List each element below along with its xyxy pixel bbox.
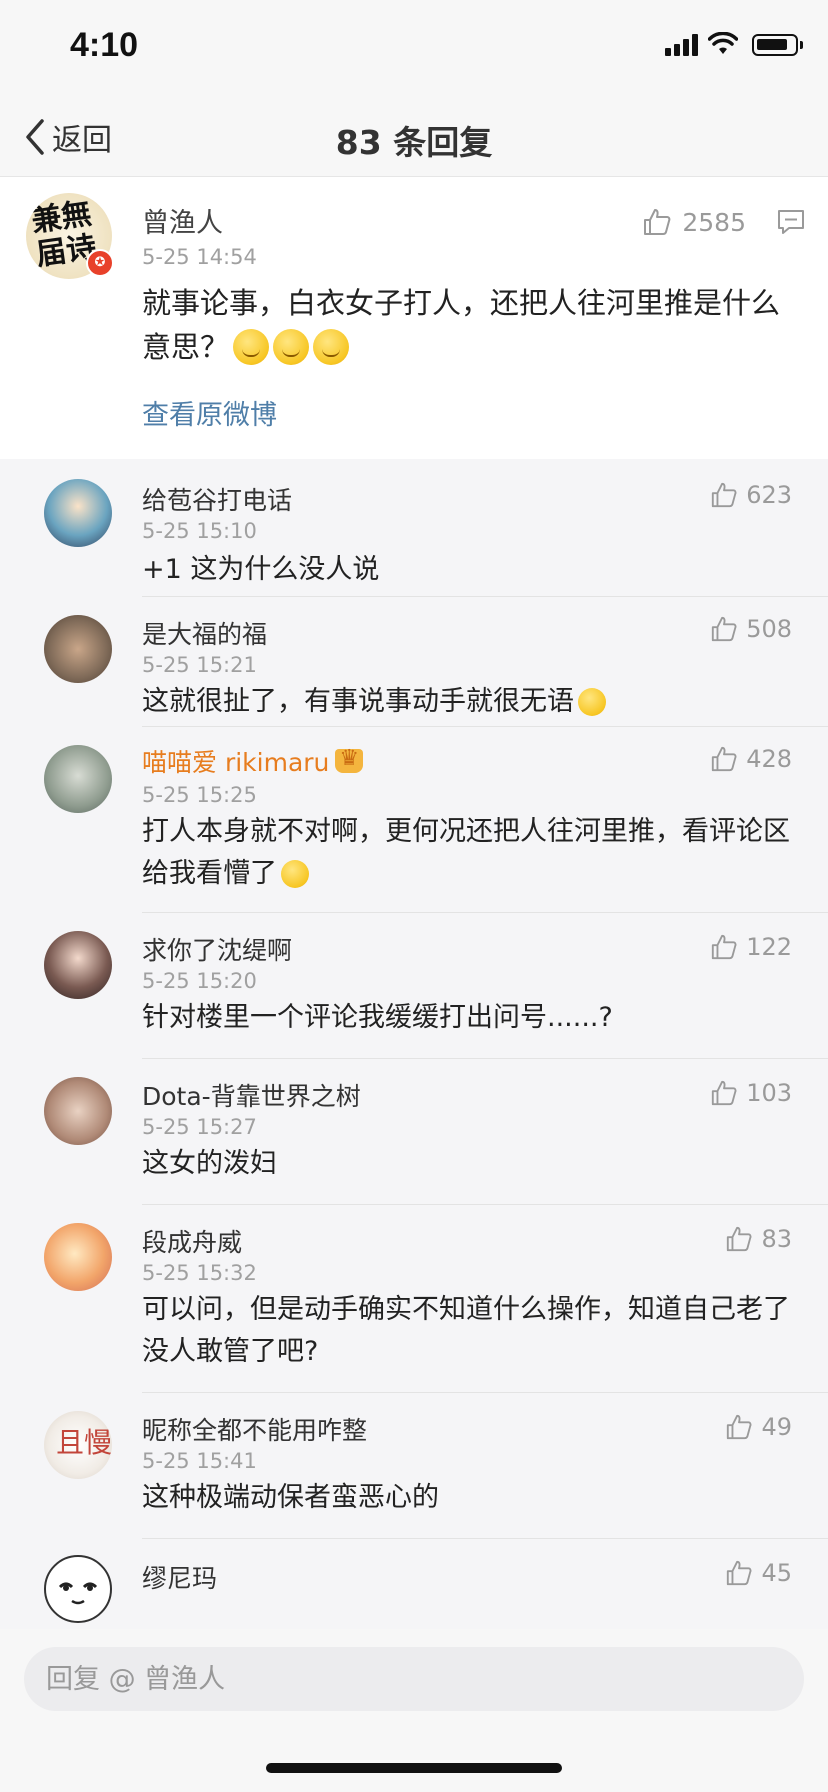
- comment-author[interactable]: 曾渔人: [142, 201, 223, 240]
- page-title: 83 条回复: [335, 123, 493, 162]
- thumbs-up-icon: [712, 616, 737, 642]
- grinning-emoji-icon: [233, 329, 270, 365]
- reply-text-body: 打人本身就不对啊，更何况还把人往河里推，看评论区给我看懵了: [142, 816, 790, 889]
- avatar[interactable]: [44, 931, 112, 999]
- reply-author-name: 喵喵爱 rikimaru: [142, 748, 330, 777]
- reply-author[interactable]: 给苞谷打电话: [142, 481, 292, 517]
- smirk-emoji-icon: [281, 860, 309, 888]
- reply-time: 5-25 15:21: [142, 653, 257, 677]
- home-indicator[interactable]: [266, 1763, 562, 1773]
- avatar[interactable]: [44, 479, 112, 547]
- like-count: 45: [761, 1559, 792, 1587]
- list-item[interactable]: 是大福的福 5-25 15:21 这就很扯了，有事说事动手就很无语 508: [0, 597, 828, 727]
- reply-author[interactable]: 求你了沈缇啊: [142, 931, 292, 967]
- avatar[interactable]: [44, 1223, 112, 1291]
- nav-bar: 返回 83 条回复: [0, 100, 828, 177]
- avatar[interactable]: [44, 1077, 112, 1145]
- list-item[interactable]: 缪尼玛 45: [0, 1539, 828, 1629]
- wifi-icon: [708, 32, 738, 54]
- list-item[interactable]: 求你了沈缇啊 5-25 15:20 针对楼里一个评论我缓缓打出问号......?…: [0, 913, 828, 1059]
- like-button[interactable]: 83: [725, 1225, 792, 1253]
- reply-author[interactable]: 缪尼玛: [142, 1559, 217, 1595]
- reply-author[interactable]: Dota-背靠世界之树: [142, 1077, 361, 1113]
- like-button[interactable]: 2585: [642, 207, 746, 237]
- avatar[interactable]: [44, 615, 112, 683]
- like-button[interactable]: 428: [710, 745, 792, 773]
- thumbs-up-icon: [727, 1560, 752, 1586]
- list-item[interactable]: Dota-背靠世界之树 5-25 15:27 这女的泼妇 103: [0, 1059, 828, 1205]
- main-comment: 兼無 届诗 ✪ 曾渔人 5-25 14:54 就事论事，白衣女子打人，还把人往河里…: [0, 177, 828, 459]
- comment-text: 就事论事，白衣女子打人，还把人往河里推是什么意思？: [142, 281, 792, 369]
- like-count: 623: [746, 481, 792, 509]
- vip-crown-icon: [335, 746, 364, 773]
- avatar[interactable]: [44, 745, 112, 813]
- grinning-emoji-icon: [273, 329, 310, 365]
- thumbs-up-icon: [727, 1414, 752, 1440]
- reply-time: 5-25 15:25: [142, 783, 257, 807]
- reply-text: 打人本身就不对啊，更何况还把人往河里推，看评论区给我看懵了: [142, 811, 792, 895]
- comment-time: 5-25 14:54: [142, 245, 257, 269]
- reply-input-bar: [0, 1629, 828, 1792]
- status-time: 4:10: [70, 26, 139, 64]
- list-item[interactable]: 段成舟威 5-25 15:32 可以问，但是动手确实不知道什么操作，知道自己老了…: [0, 1205, 828, 1393]
- reply-text: 这女的泼妇: [142, 1148, 277, 1179]
- cellular-signal-icon: [665, 32, 698, 56]
- like-button[interactable]: 45: [725, 1559, 792, 1587]
- battery-icon: [752, 34, 803, 56]
- status-bar: 4:10: [0, 0, 828, 100]
- reply-author[interactable]: 是大福的福: [142, 615, 267, 651]
- reply-time: 5-25 15:41: [142, 1449, 257, 1473]
- like-button[interactable]: 103: [710, 1079, 792, 1107]
- view-original-link[interactable]: 查看原微博: [142, 393, 277, 432]
- thumbs-up-icon: [712, 934, 737, 960]
- thumbs-up-icon: [712, 1080, 737, 1106]
- replies-list[interactable]: 给苞谷打电话 5-25 15:10 +1 这为什么没人说 623 是大福的福 5…: [0, 459, 828, 1629]
- like-count: 49: [761, 1413, 792, 1441]
- reply-time: 5-25 15:20: [142, 969, 257, 993]
- reply-text: 可以问，但是动手确实不知道什么操作，知道自己老了没人敢管了吧?: [142, 1294, 790, 1367]
- reply-text: 针对楼里一个评论我缓缓打出问号......?: [142, 1002, 613, 1033]
- reply-text-body: 这就很扯了，有事说事动手就很无语: [142, 686, 574, 717]
- like-count: 428: [746, 745, 792, 773]
- comment-bubble-icon[interactable]: [776, 207, 806, 237]
- reply-author[interactable]: 昵称全都不能用咋整: [142, 1411, 367, 1447]
- avatar[interactable]: [44, 1555, 112, 1623]
- like-button[interactable]: 623: [710, 481, 792, 509]
- like-count: 122: [746, 933, 792, 961]
- thumbs-up-icon: [727, 1226, 752, 1252]
- like-count: 2585: [682, 207, 746, 237]
- reply-text: 这就很扯了，有事说事动手就很无语: [142, 681, 792, 723]
- reply-time: 5-25 15:32: [142, 1261, 257, 1285]
- like-count: 508: [746, 615, 792, 643]
- thumbs-up-icon: [712, 746, 737, 772]
- grinning-emoji-icon: [313, 329, 350, 365]
- reply-time: 5-25 15:10: [142, 519, 257, 543]
- like-button[interactable]: 122: [710, 933, 792, 961]
- shush-emoji-icon: [578, 688, 606, 716]
- cartoon-face-icon: [58, 1582, 98, 1605]
- thumbs-up-icon: [644, 209, 671, 235]
- reply-text: +1 这为什么没人说: [142, 554, 380, 585]
- reply-time: 5-25 15:27: [142, 1115, 257, 1139]
- thumbs-up-icon: [712, 482, 737, 508]
- like-count: 103: [746, 1079, 792, 1107]
- avatar[interactable]: 且慢: [44, 1411, 112, 1479]
- reply-author[interactable]: 喵喵爱 rikimaru: [142, 743, 364, 779]
- list-item[interactable]: 给苞谷打电话 5-25 15:10 +1 这为什么没人说 623: [0, 459, 828, 597]
- verified-badge-icon: ✪: [86, 249, 114, 277]
- list-item[interactable]: 喵喵爱 rikimaru 5-25 15:25 打人本身就不对啊，更何况还把人往…: [0, 727, 828, 913]
- like-count: 83: [761, 1225, 792, 1253]
- reply-text: 这种极端动保者蛮恶心的: [142, 1482, 439, 1513]
- list-item[interactable]: 且慢 昵称全都不能用咋整 5-25 15:41 这种极端动保者蛮恶心的 49: [0, 1393, 828, 1539]
- avatar-calligraphy: 且慢: [56, 1426, 112, 1459]
- reply-author[interactable]: 段成舟威: [142, 1223, 242, 1259]
- like-button[interactable]: 508: [710, 615, 792, 643]
- system-icons: [665, 32, 803, 56]
- like-button[interactable]: 49: [725, 1413, 792, 1441]
- reply-input[interactable]: [24, 1647, 804, 1711]
